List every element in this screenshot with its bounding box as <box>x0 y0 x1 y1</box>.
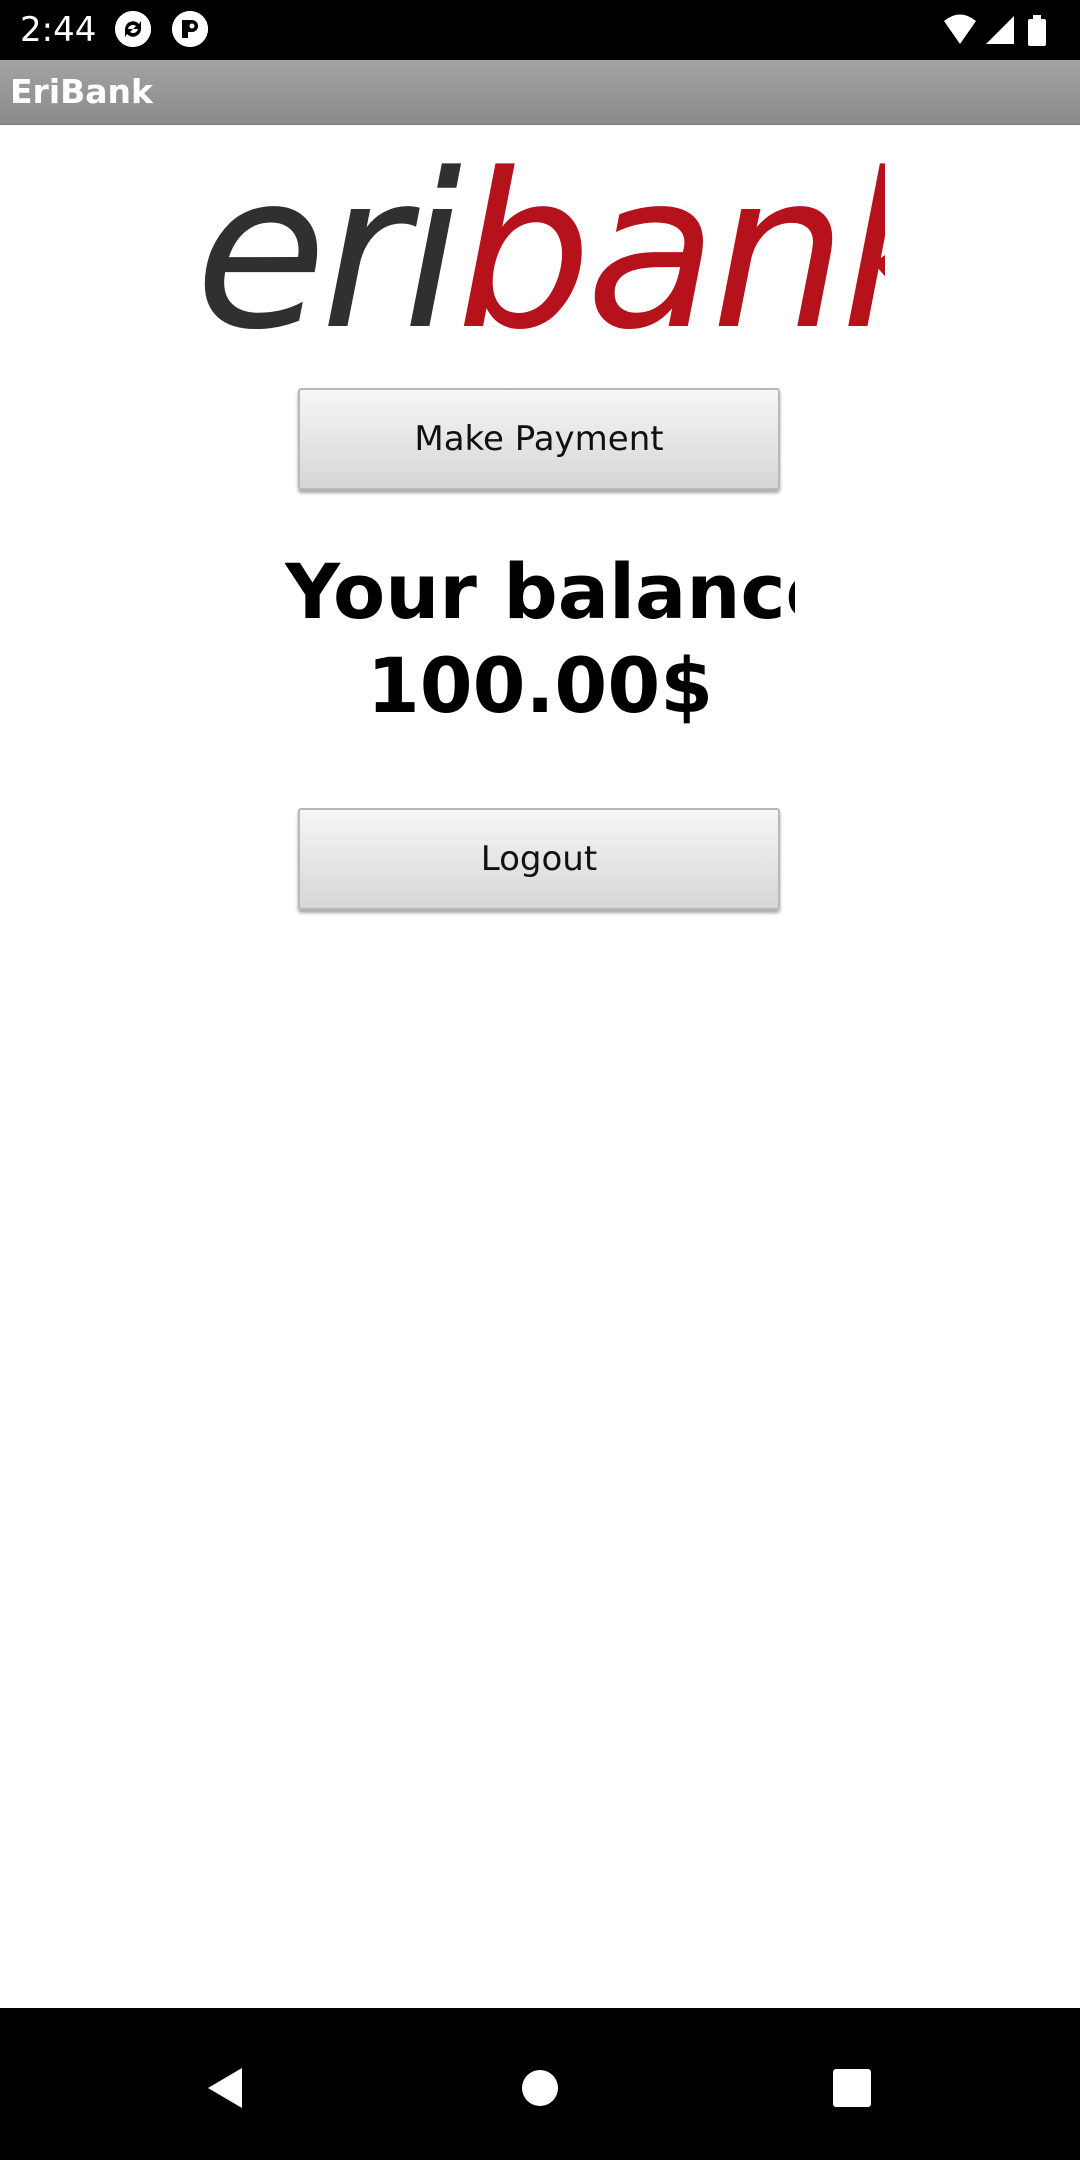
back-icon[interactable] <box>196 2058 256 2118</box>
cellular-signal-icon <box>986 16 1014 44</box>
app-title: EriBank <box>10 72 153 111</box>
balance-label: Your balance is <box>285 547 795 636</box>
wifi-icon <box>944 14 976 44</box>
recents-icon[interactable] <box>822 2058 882 2118</box>
make-payment-label: Make Payment <box>414 419 664 459</box>
app-notification-icon <box>172 11 208 47</box>
navigation-bar <box>0 2008 1080 2160</box>
sync-app-icon <box>115 11 151 47</box>
logout-button[interactable]: Logout <box>298 808 780 910</box>
balance-text: Your balance is 100.00$ <box>285 545 795 733</box>
status-indicators <box>944 14 1046 46</box>
app-title-bar: EriBank <box>0 60 1080 125</box>
status-time: 2:44 <box>20 10 97 50</box>
make-payment-button[interactable]: Make Payment <box>298 388 780 490</box>
eribank-logo: eribank <box>195 148 885 348</box>
logo-text: eribank <box>195 148 885 348</box>
status-bar: 2:44 <box>0 0 1080 60</box>
battery-icon <box>1028 15 1046 46</box>
balance-amount: 100.00$ <box>366 641 714 730</box>
home-icon[interactable] <box>510 2058 570 2118</box>
logout-label: Logout <box>480 839 598 879</box>
